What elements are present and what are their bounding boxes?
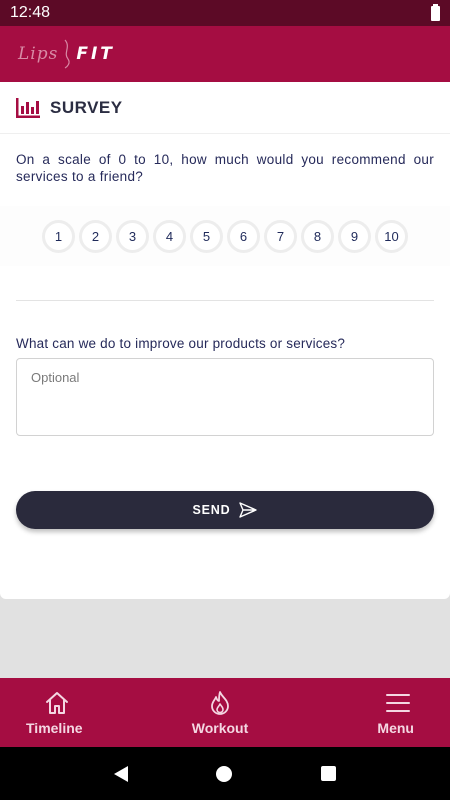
- rating-button[interactable]: 3: [116, 219, 149, 253]
- rating-button[interactable]: 8: [301, 219, 334, 253]
- rating-button[interactable]: 10: [375, 219, 408, 253]
- send-icon: [239, 502, 258, 518]
- android-nav-bar: [0, 747, 450, 800]
- bottom-nav: Timeline Workout Menu: [0, 678, 450, 747]
- flame-icon: [211, 690, 229, 715]
- rating-button[interactable]: 9: [338, 219, 371, 253]
- rating-button[interactable]: 6: [227, 219, 260, 253]
- survey-header: SURVEY: [0, 82, 450, 134]
- survey-card: SURVEY On a scale of 0 to 10, how much w…: [0, 82, 450, 599]
- nav-timeline-label: Timeline: [26, 719, 83, 736]
- nav-menu-label: Menu: [377, 719, 414, 736]
- nav-timeline[interactable]: Timeline: [0, 678, 155, 747]
- back-icon[interactable]: [114, 765, 129, 782]
- survey-title: SURVEY: [50, 97, 123, 117]
- nav-workout-label: Workout: [191, 719, 249, 736]
- rating-button[interactable]: 1: [42, 219, 75, 253]
- app-logo: Lips FIT: [18, 39, 115, 69]
- rating-button[interactable]: 2: [79, 219, 112, 253]
- status-time: 12:48: [10, 4, 51, 21]
- nav-menu[interactable]: Menu: [285, 678, 450, 747]
- send-button[interactable]: SEND: [16, 491, 434, 529]
- send-label: SEND: [192, 503, 231, 517]
- rating-button[interactable]: 5: [190, 219, 223, 253]
- app-header: Lips FIT: [0, 26, 450, 82]
- recents-icon[interactable]: [320, 766, 336, 781]
- recommend-question: On a scale of 0 to 10, how much would yo…: [16, 152, 434, 184]
- logo-curve-icon: [64, 39, 71, 69]
- logo-script-text: Lips: [18, 44, 59, 64]
- home-icon: [46, 691, 68, 714]
- improve-label: What can we do to improve our products o…: [16, 336, 346, 351]
- nav-workout[interactable]: Workout: [155, 678, 284, 747]
- bar-chart-icon: [16, 97, 40, 118]
- hamburger-icon: [385, 693, 410, 712]
- status-bar: 12:48: [0, 0, 450, 26]
- rating-scale: 1 2 3 4 5 6 7 8 9 10: [0, 206, 450, 266]
- improve-textarea[interactable]: [16, 358, 434, 436]
- divider: [16, 300, 434, 301]
- logo-fit-text: FIT: [76, 44, 115, 64]
- rating-button[interactable]: 4: [153, 219, 186, 253]
- battery-icon: [431, 3, 440, 21]
- home-circle-icon[interactable]: [216, 765, 233, 782]
- rating-button[interactable]: 7: [264, 219, 297, 253]
